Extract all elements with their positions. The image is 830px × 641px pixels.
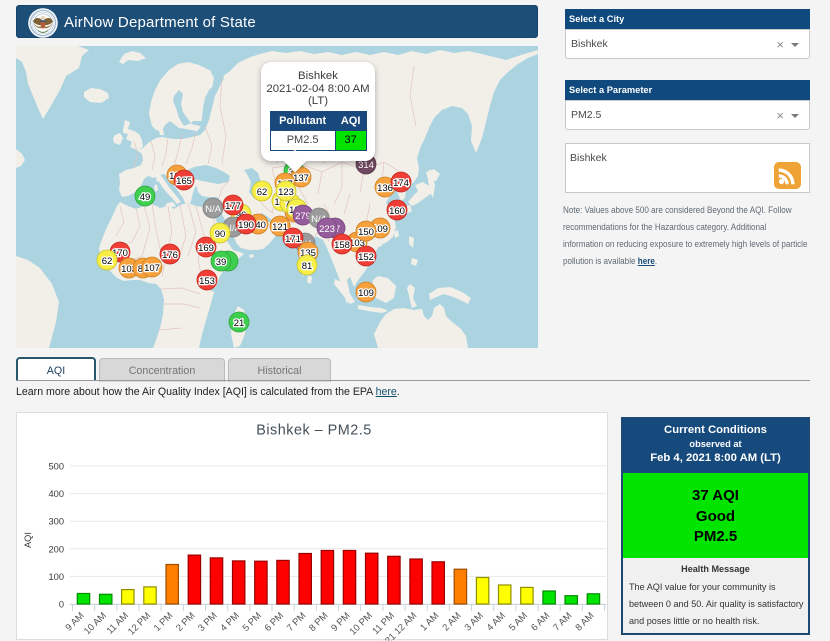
svg-text:1 PM: 1 PM [152, 610, 176, 634]
svg-text:1 AM: 1 AM [418, 610, 441, 633]
svg-text:100: 100 [48, 572, 64, 582]
svg-text:169: 169 [198, 243, 214, 254]
svg-text:137: 137 [293, 173, 309, 184]
svg-text:2 PM: 2 PM [174, 610, 198, 634]
svg-text:160: 160 [389, 206, 405, 217]
svg-text:190: 190 [238, 220, 254, 231]
svg-text:Bishkek – PM2.5: Bishkek – PM2.5 [256, 423, 371, 439]
svg-text:62: 62 [257, 187, 268, 198]
svg-text:500: 500 [48, 462, 64, 472]
svg-text:200: 200 [48, 544, 64, 554]
svg-text:165: 165 [176, 176, 192, 187]
svg-text:0: 0 [59, 600, 64, 610]
svg-text:10 PM: 10 PM [348, 610, 375, 637]
svg-text:176: 176 [162, 250, 178, 261]
svg-text:7 AM: 7 AM [551, 610, 574, 633]
svg-text:223: 223 [319, 224, 335, 235]
svg-text:4 AM: 4 AM [485, 610, 508, 633]
svg-text:6 AM: 6 AM [529, 610, 552, 633]
svg-text:300: 300 [48, 517, 64, 527]
svg-text:152: 152 [358, 252, 374, 263]
svg-text:5 AM: 5 AM [507, 610, 530, 633]
svg-text:109: 109 [358, 288, 374, 299]
svg-text:6 PM: 6 PM [263, 610, 287, 634]
svg-text:107: 107 [144, 263, 160, 274]
svg-text:49: 49 [140, 192, 151, 203]
svg-text:3 PM: 3 PM [196, 610, 220, 634]
svg-text:62: 62 [102, 256, 113, 267]
svg-text:4 PM: 4 PM [218, 610, 242, 634]
svg-text:81: 81 [302, 261, 313, 272]
svg-text:123: 123 [278, 187, 294, 198]
svg-text:8 PM: 8 PM [307, 610, 331, 634]
svg-text:400: 400 [48, 489, 64, 499]
svg-text:7 PM: 7 PM [285, 610, 309, 634]
svg-text:21: 21 [234, 318, 245, 329]
svg-text:2 AM: 2 AM [440, 610, 463, 633]
svg-text:314: 314 [358, 160, 374, 171]
svg-text:171: 171 [285, 234, 301, 245]
svg-text:174: 174 [393, 178, 409, 189]
svg-text:150: 150 [358, 227, 374, 238]
svg-text:153: 153 [199, 276, 215, 287]
svg-text:10 AM: 10 AM [82, 610, 109, 637]
svg-text:90: 90 [215, 229, 226, 240]
svg-text:12 PM: 12 PM [126, 610, 153, 637]
svg-text:11 AM: 11 AM [105, 610, 131, 636]
svg-text:3 AM: 3 AM [463, 610, 486, 633]
svg-text:39: 39 [216, 257, 227, 268]
svg-text:5 PM: 5 PM [241, 610, 265, 634]
svg-text:8 AM: 8 AM [573, 610, 596, 633]
svg-text:AQI: AQI [23, 532, 33, 548]
svg-text:N/A: N/A [205, 204, 222, 215]
svg-text:158: 158 [334, 240, 350, 251]
svg-text:279: 279 [295, 211, 311, 222]
svg-text:177: 177 [225, 201, 241, 212]
svg-text:136: 136 [377, 183, 393, 194]
